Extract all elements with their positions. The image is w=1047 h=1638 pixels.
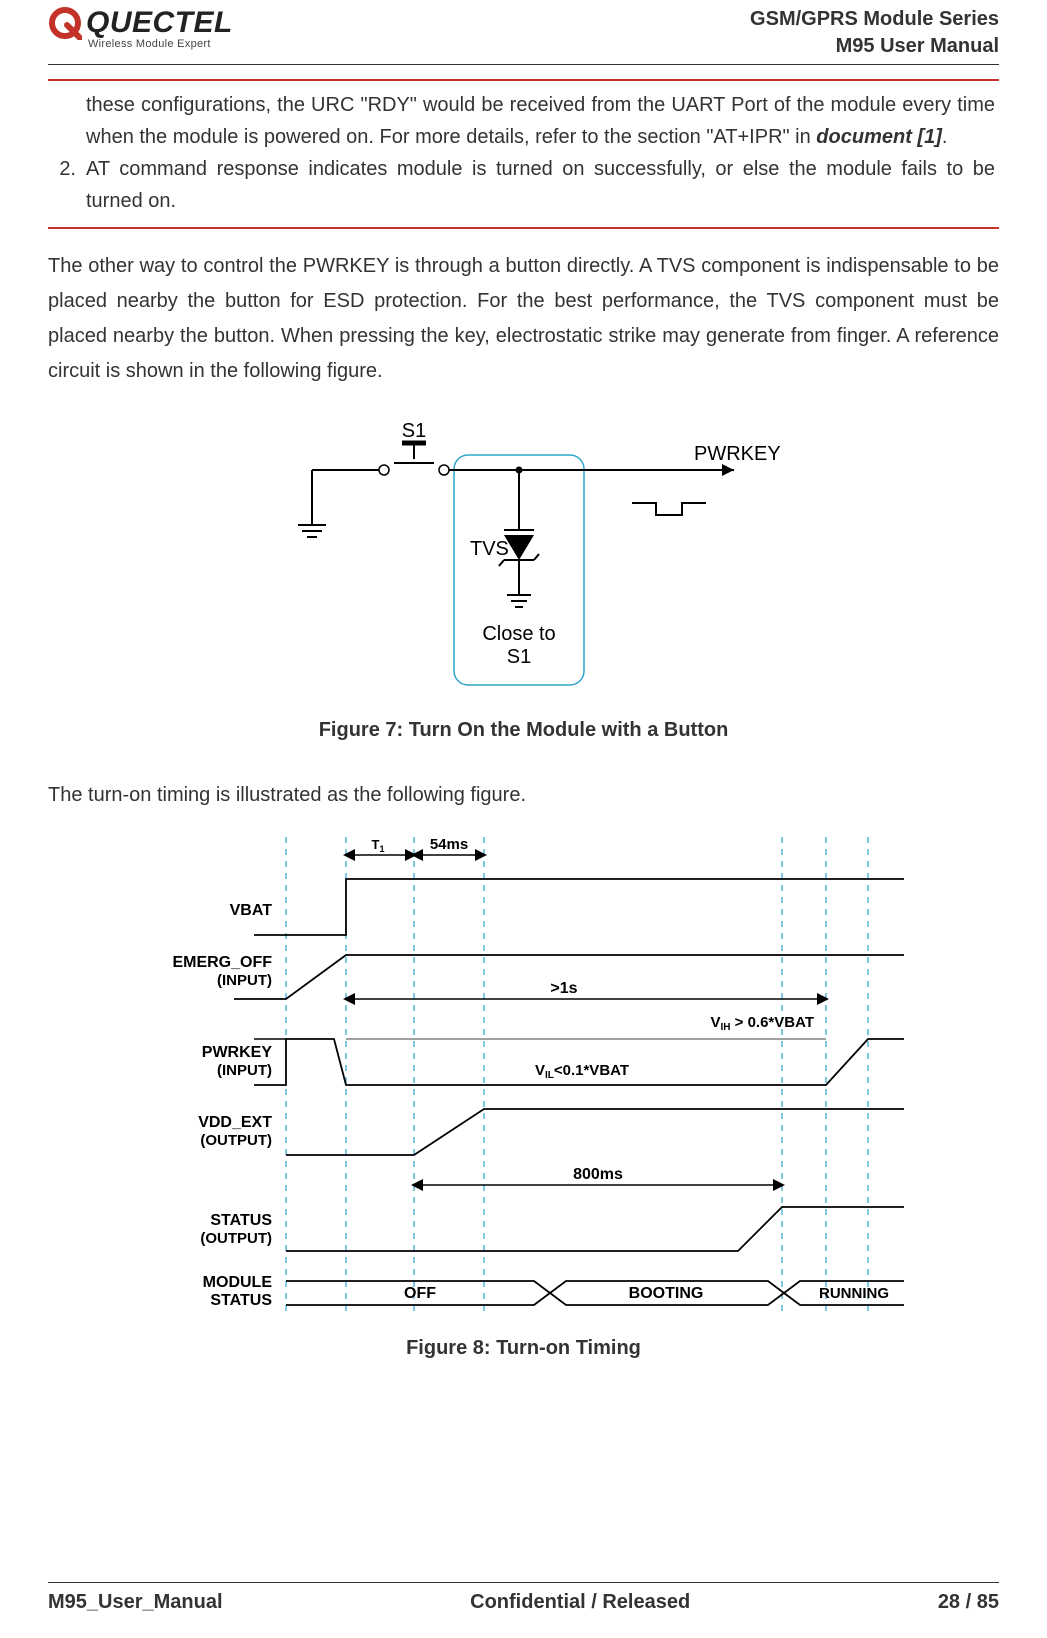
body-para-1: The other way to control the PWRKEY is t… <box>48 249 999 389</box>
figure-7-caption: Figure 7: Turn On the Module with a Butt… <box>48 719 999 742</box>
fig8-vdd-label: VDD_EXT <box>198 1114 272 1131</box>
header-product: M95 User Manual <box>750 33 999 60</box>
fig7-pwrkey-label: PWRKEY <box>694 443 781 465</box>
brand-logo-block: QUECTEL Wireless Module Expert <box>48 6 233 50</box>
footer-left: M95_User_Manual <box>48 1591 223 1614</box>
fig8-vbat-label: VBAT <box>229 902 272 919</box>
figure-7: S1 PWRKEY TVS Close to S1 Figure 7: Turn… <box>48 415 999 742</box>
fig8-pwrkey-label: PWRKEY <box>201 1044 272 1061</box>
fig8-800ms: 800ms <box>573 1166 623 1183</box>
fig7-tvs-label: TVS <box>470 538 509 560</box>
fig8-mod-sub: STATUS <box>210 1292 272 1309</box>
fig8-emerg-label: EMERG_OFF <box>172 954 272 971</box>
fig8-t1: T1 <box>371 837 384 854</box>
note-item-num: 2. <box>52 153 76 217</box>
body-para-2: The turn-on timing is illustrated as the… <box>48 778 999 813</box>
fig8-gt1s: >1s <box>550 980 577 997</box>
page-header: QUECTEL Wireless Module Expert GSM/GPRS … <box>48 0 999 65</box>
fig8-off: OFF <box>404 1285 436 1302</box>
fig8-running: RUNNING <box>819 1285 889 1302</box>
fig8-vdd-sub: (OUTPUT) <box>200 1132 272 1149</box>
page-footer: M95_User_Manual Confidential / Released … <box>48 1582 999 1614</box>
fig8-vih: VIH > 0.6*VBAT <box>710 1014 814 1033</box>
fig7-close-label: Close to <box>482 623 555 645</box>
header-right: GSM/GPRS Module Series M95 User Manual <box>750 6 999 60</box>
footer-center: Confidential / Released <box>470 1591 690 1614</box>
note-box: these configurations, the URC "RDY" woul… <box>48 79 999 229</box>
fig8-54ms: 54ms <box>429 836 467 853</box>
footer-right: 28 / 85 <box>938 1591 999 1614</box>
doc-ref: document [1] <box>816 126 942 148</box>
brand-logo-icon <box>48 6 82 40</box>
fig8-pwrkey-sub: (INPUT) <box>217 1062 272 1079</box>
fig8-status-label: STATUS <box>210 1212 272 1229</box>
note-para1b: . <box>942 126 948 148</box>
fig8-status-sub: (OUTPUT) <box>200 1230 272 1247</box>
fig8-booting: BOOTING <box>628 1285 703 1302</box>
figure-8: T1 54ms VBAT EMERG_OFF (INPUT) >1s VIH >… <box>48 827 999 1360</box>
fig7-s1-label: S1 <box>401 420 425 442</box>
fig8-vil: VIL<0.1*VBAT <box>534 1062 628 1081</box>
brand-tagline: Wireless Module Expert <box>88 38 233 50</box>
fig8-emerg-sub: (INPUT) <box>217 972 272 989</box>
fig8-mod-label: MODULE <box>202 1274 272 1291</box>
brand-name: QUECTEL <box>86 6 233 40</box>
note-item-text: AT command response indicates module is … <box>86 153 995 217</box>
fig7-close2-label: S1 <box>506 646 530 668</box>
header-series: GSM/GPRS Module Series <box>750 6 999 33</box>
figure-8-caption: Figure 8: Turn-on Timing <box>48 1337 999 1360</box>
